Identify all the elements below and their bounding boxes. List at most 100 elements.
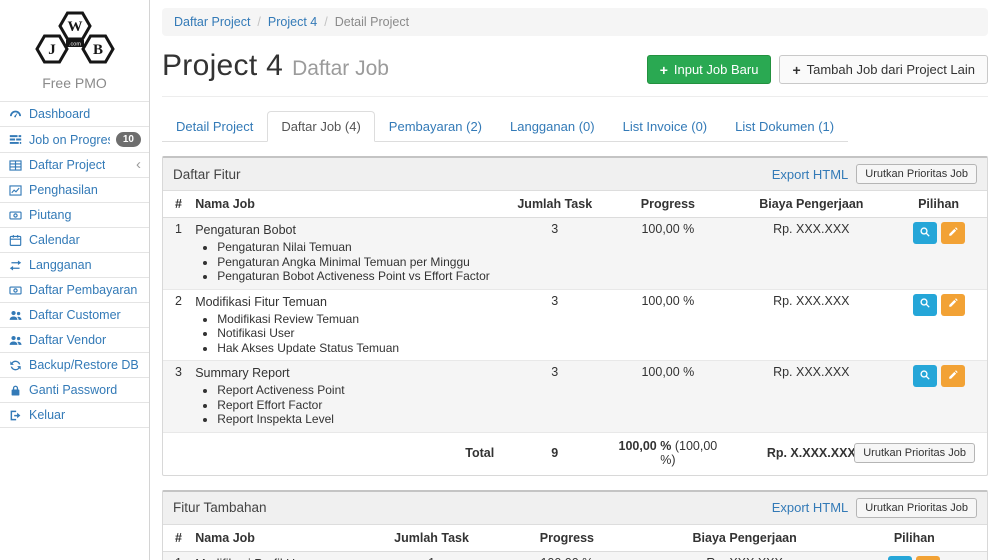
task-count: 1 — [369, 556, 494, 560]
row-actions — [902, 365, 975, 387]
lock-icon — [8, 384, 23, 397]
tab-list-invoice-0[interactable]: List Invoice (0) — [609, 111, 722, 142]
sidebar-item-calendar[interactable]: Calendar — [0, 228, 149, 253]
table-header-row: #Nama JobJumlah TaskProgressBiaya Penger… — [163, 191, 987, 218]
breadcrumb-item-project-4[interactable]: Project 4 — [268, 15, 317, 29]
total-progress-primary: 100,00 % — [619, 439, 672, 453]
progress-value: 100,00 % — [611, 222, 724, 236]
column-header-no: # — [171, 197, 191, 211]
sign-out-icon — [8, 409, 23, 422]
actions-cell — [898, 294, 979, 316]
task-count: 3 — [498, 294, 611, 308]
panel-header: Fitur Tambahan Export HTML Urutkan Priorit… — [163, 492, 987, 525]
button-label: Tambah Job dari Project Lain — [807, 62, 975, 77]
subtask-list: Report Activeness PointReport Effort Fac… — [195, 383, 494, 427]
breadcrumb-separator: / — [257, 15, 260, 29]
progress-value: 100,00 % — [611, 365, 724, 379]
search-icon — [919, 297, 931, 312]
column-header-biaya-pengerjaan: Biaya Pengerjaan — [640, 531, 850, 545]
job-name: Modifikasi Fitur Temuan — [195, 294, 494, 310]
subtask-list: Modifikasi Review TemuanNotifikasi UserH… — [195, 312, 494, 356]
svg-text:B: B — [92, 42, 102, 58]
export-html-link[interactable]: Export HTML — [772, 167, 849, 182]
table-header-row: #Nama JobJumlah TaskProgressBiaya Penger… — [163, 525, 987, 552]
breadcrumb-item-daftar-project[interactable]: Daftar Project — [174, 15, 250, 29]
subtask-item: Pengaturan Angka Minimal Temuan per Ming… — [217, 255, 494, 270]
view-button[interactable] — [913, 365, 937, 387]
page-titles: Project 4Daftar Job — [162, 49, 389, 83]
column-header-progress: Progress — [494, 531, 639, 545]
tab-pembayaran-2[interactable]: Pembayaran (2) — [375, 111, 496, 142]
subtask-item: Notifikasi User — [217, 326, 494, 341]
row-number: 3 — [171, 365, 191, 379]
breadcrumb-separator: / — [324, 15, 327, 29]
task-count: 3 — [498, 365, 611, 379]
sidebar-menu: DashboardJob on Progress10Daftar Project… — [0, 101, 149, 428]
sidebar-item-label: Langganan — [29, 258, 92, 272]
job-name-cell: Pengaturan BobotPengaturan Nilai TemuanP… — [191, 222, 498, 285]
table-row: 1Pengaturan BobotPengaturan Nilai Temuan… — [163, 218, 987, 290]
refresh-icon — [8, 359, 23, 372]
cost-value: Rp. XXX.XXX — [724, 294, 898, 308]
job-name-cell: Modifikasi Profil UserTab F/U Temuan — [191, 556, 369, 560]
panel-title: Fitur Tambahan — [173, 500, 267, 515]
job-name: Pengaturan Bobot — [195, 222, 494, 238]
job-table: #Nama JobJumlah TaskProgressBiaya Penger… — [163, 525, 987, 560]
sidebar-item-label: Ganti Password — [29, 383, 117, 397]
sidebar-item-langganan[interactable]: Langganan — [0, 253, 149, 278]
sidebar-item-label: Daftar Customer — [29, 308, 121, 322]
sort-priority-button[interactable]: Urutkan Prioritas Job — [856, 164, 977, 184]
sidebar-item-daftar-vendor[interactable]: Daftar Vendor — [0, 328, 149, 353]
table-total-row: Total9100,00 % (100,00 %)Rp. X.XXX.XXXUr… — [163, 433, 987, 475]
tab-daftar-job-4[interactable]: Daftar Job (4) — [267, 111, 374, 142]
tab-langganan-0[interactable]: Langganan (0) — [496, 111, 609, 142]
sort-priority-button[interactable]: Urutkan Prioritas Job — [854, 443, 975, 463]
sort-priority-button[interactable]: Urutkan Prioritas Job — [856, 498, 977, 518]
tambah-job-dari-project-lain-button[interactable]: + Tambah Job dari Project Lain — [779, 55, 988, 84]
export-html-link[interactable]: Export HTML — [772, 500, 849, 515]
edit-button[interactable] — [916, 556, 940, 560]
sidebar-item-penghasilan[interactable]: Penghasilan — [0, 178, 149, 203]
edit-button[interactable] — [941, 365, 965, 387]
progress-value: 100,00 % — [494, 556, 639, 560]
column-header-jumlah-task: Jumlah Task — [369, 531, 494, 545]
row-actions — [902, 222, 975, 244]
sidebar-item-job-on-progress[interactable]: Job on Progress10 — [0, 127, 149, 153]
line-chart-icon — [8, 184, 23, 197]
sidebar-item-piutang[interactable]: Piutang — [0, 203, 149, 228]
sidebar-item-daftar-pembayaran[interactable]: Daftar Pembayaran — [0, 278, 149, 303]
input-job-baru-button[interactable]: + Input Job Baru — [647, 55, 772, 84]
view-button[interactable] — [913, 294, 937, 316]
sidebar-item-label: Job on Progress — [29, 133, 110, 147]
total-progress: 100,00 % (100,00 %) — [611, 439, 724, 467]
table-row: 3 Summary Report Report Activeness PointRe… — [163, 361, 987, 433]
panel-header-actions: Export HTML Urutkan Prioritas Job — [772, 164, 977, 184]
view-button[interactable] — [913, 222, 937, 244]
edit-button[interactable] — [941, 222, 965, 244]
sidebar-item-daftar-project[interactable]: Daftar Project‹ — [0, 153, 149, 178]
sidebar-item-keluar[interactable]: Keluar — [0, 403, 149, 428]
panel-title: Daftar Fitur — [173, 167, 241, 182]
svg-text:J: J — [48, 42, 56, 58]
sidebar-item-backup-restore-db[interactable]: Backup/Restore DB — [0, 353, 149, 378]
cost-value: Rp. XXX.XXX — [640, 556, 850, 560]
row-actions — [854, 556, 975, 560]
page-title: Project 4 — [162, 49, 283, 82]
sidebar-item-label: Penghasilan — [29, 183, 98, 197]
sidebar: JBW.com Free PMO DashboardJob on Progres… — [0, 0, 150, 560]
sidebar-item-ganti-password[interactable]: Ganti Password — [0, 378, 149, 403]
sidebar-item-label: Keluar — [29, 408, 65, 422]
edit-button[interactable] — [941, 294, 965, 316]
calendar-icon — [8, 234, 23, 247]
tabs-section: Detail ProjectDaftar Job (4)Pembayaran (… — [162, 111, 988, 142]
column-header-biaya-pengerjaan: Biaya Pengerjaan — [724, 197, 898, 211]
page-header: Project 4Daftar Job + Input Job Baru + T… — [162, 49, 988, 97]
sidebar-item-daftar-customer[interactable]: Daftar Customer — [0, 303, 149, 328]
job-name: Summary Report — [195, 365, 494, 381]
tab-list-dokumen-1[interactable]: List Dokumen (1) — [721, 111, 848, 142]
view-button[interactable] — [888, 556, 912, 560]
tab-detail-project[interactable]: Detail Project — [162, 111, 267, 142]
sidebar-item-dashboard[interactable]: Dashboard — [0, 102, 149, 127]
actions-cell — [850, 556, 979, 560]
row-number: 1 — [171, 222, 191, 236]
